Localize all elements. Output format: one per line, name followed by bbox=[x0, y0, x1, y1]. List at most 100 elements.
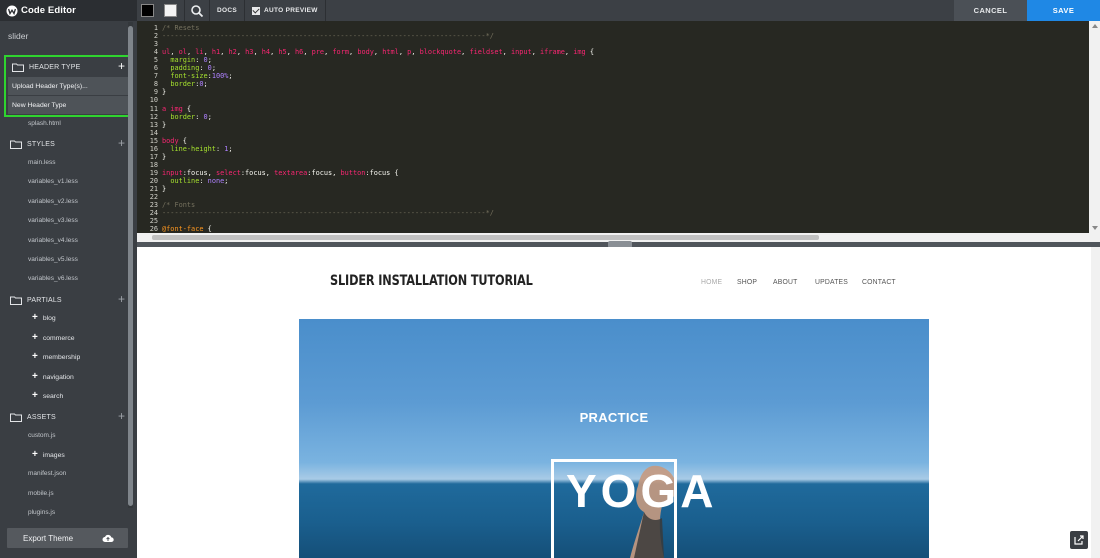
code-text: } bbox=[162, 120, 167, 129]
hero-word: YOGA bbox=[566, 465, 718, 517]
preview-scrollbar[interactable] bbox=[1091, 247, 1100, 558]
section-partials[interactable]: PARTIALS + bbox=[10, 292, 128, 307]
new-header-type-item[interactable]: New Header Type bbox=[8, 96, 128, 114]
code-text: margin: 0; bbox=[170, 56, 212, 65]
code-text: padding: 0; bbox=[170, 64, 216, 73]
file-item[interactable]: custom.js bbox=[28, 432, 55, 439]
external-link-icon bbox=[1074, 535, 1084, 545]
toolbar-divider bbox=[184, 0, 185, 21]
add-header-type-icon[interactable]: + bbox=[118, 59, 125, 73]
line-number: 11 bbox=[149, 104, 158, 113]
code-editor[interactable]: 1 /* Resets 2 -----------------------------… bbox=[137, 21, 1100, 233]
editor-toolbar: DOCS AUTO PREVIEW CANCEL SAVE bbox=[137, 0, 1100, 21]
code-line[interactable]: 24 --------------------------------------… bbox=[137, 209, 1097, 217]
code-line[interactable]: 19 input:focus, select:focus, textarea:fo… bbox=[137, 169, 1097, 177]
folder-item[interactable]: + navigation bbox=[32, 372, 74, 382]
code-line[interactable]: 26 @font-face { bbox=[137, 225, 1097, 233]
file-item[interactable]: manifest.json bbox=[28, 470, 66, 477]
code-line[interactable]: 2 ---------------------------------------… bbox=[137, 32, 1097, 40]
editor-horizontal-thumb[interactable] bbox=[152, 235, 819, 240]
code-line[interactable]: 8 border:0; bbox=[137, 80, 1097, 88]
add-asset-icon[interactable]: + bbox=[118, 409, 125, 423]
line-number: 2 bbox=[153, 32, 158, 41]
code-line[interactable]: 22 bbox=[137, 193, 1097, 201]
code-line[interactable]: 12 border: 0; bbox=[137, 113, 1097, 121]
editor-vertical-scrollbar[interactable] bbox=[1089, 21, 1100, 233]
code-line[interactable]: 3 bbox=[137, 40, 1097, 48]
add-style-icon[interactable]: + bbox=[118, 136, 125, 150]
sidebar-header: Code Editor bbox=[0, 0, 137, 21]
nav-updates[interactable]: UPDATES bbox=[815, 277, 848, 286]
file-item[interactable]: variables_v2.less bbox=[28, 198, 78, 205]
code-text: font-size:100%; bbox=[170, 72, 233, 81]
save-button[interactable]: SAVE bbox=[1027, 0, 1100, 21]
section-assets[interactable]: ASSETS + bbox=[10, 409, 128, 424]
code-line[interactable]: 16 line-height: 1; bbox=[137, 145, 1097, 153]
code-text: border: 0; bbox=[170, 112, 212, 121]
code-line[interactable]: 13} bbox=[137, 121, 1097, 129]
line-number: 20 bbox=[149, 176, 158, 185]
section-label: PARTIALS bbox=[27, 296, 62, 304]
file-item[interactable]: variables_v3.less bbox=[28, 217, 78, 224]
line-number: 17 bbox=[149, 152, 158, 161]
code-line[interactable]: 14 bbox=[137, 129, 1097, 137]
file-item[interactable]: variables_v6.less bbox=[28, 275, 78, 282]
file-splash-html[interactable]: splash.html bbox=[28, 120, 61, 127]
code-line[interactable]: 7 font-size:100%; bbox=[137, 72, 1097, 80]
auto-preview-toggle[interactable]: AUTO PREVIEW bbox=[245, 0, 325, 21]
folder-item[interactable]: + blog bbox=[32, 312, 56, 323]
upload-header-type-item[interactable]: Upload Header Type(s)... bbox=[8, 77, 128, 95]
line-number: 9 bbox=[153, 88, 158, 97]
code-line[interactable]: 20 outline: none; bbox=[137, 177, 1097, 185]
sidebar-scrollbar-thumb[interactable] bbox=[128, 26, 133, 506]
scroll-up-icon[interactable] bbox=[1092, 24, 1098, 28]
nav-about[interactable]: ABOUT bbox=[773, 277, 797, 286]
file-item[interactable]: plugins.js bbox=[28, 509, 55, 516]
dark-theme-swatch[interactable] bbox=[141, 4, 154, 17]
docs-button[interactable]: DOCS bbox=[210, 0, 244, 21]
cancel-button[interactable]: CANCEL bbox=[954, 0, 1027, 21]
scroll-down-icon[interactable] bbox=[1092, 226, 1098, 230]
line-number: 16 bbox=[149, 144, 158, 153]
expand-icon: + bbox=[32, 312, 38, 323]
add-partial-icon[interactable]: + bbox=[118, 292, 125, 306]
code-line[interactable]: 1 /* Resets bbox=[137, 24, 1097, 32]
code-line[interactable]: 10 bbox=[137, 96, 1097, 104]
folder-item[interactable]: + images bbox=[32, 450, 65, 460]
sidebar: Code Editor slider HEADER TYPE + Upload … bbox=[0, 0, 137, 558]
folder-item[interactable]: + membership bbox=[32, 352, 80, 362]
line-number: 26 bbox=[149, 225, 158, 233]
file-item[interactable]: variables_v1.less bbox=[28, 178, 78, 185]
section-styles[interactable]: STYLES + bbox=[10, 136, 128, 151]
folder-item[interactable]: + search bbox=[32, 391, 63, 401]
section-label: HEADER TYPE bbox=[29, 63, 81, 71]
code-line[interactable]: 4 ul, ol, li, h1, h2, h3, h4, h5, h6, pre… bbox=[137, 48, 1097, 56]
code-line[interactable]: 17} bbox=[137, 153, 1097, 161]
export-theme-button[interactable]: Export Theme bbox=[7, 528, 128, 548]
code-line[interactable]: 9} bbox=[137, 88, 1097, 96]
nav-contact[interactable]: CONTACT bbox=[862, 277, 896, 286]
code-line[interactable]: 6 padding: 0; bbox=[137, 64, 1097, 72]
open-preview-button[interactable] bbox=[1070, 531, 1088, 549]
nav-home[interactable]: HOME bbox=[701, 277, 722, 286]
code-line[interactable]: 21} bbox=[137, 185, 1097, 193]
code-text: ----------------------------------------… bbox=[162, 209, 494, 218]
file-item[interactable]: main.less bbox=[28, 159, 55, 166]
line-number: 8 bbox=[153, 80, 158, 89]
code-line[interactable]: 18 bbox=[137, 161, 1097, 169]
code-line[interactable]: 11 a img { bbox=[137, 105, 1097, 113]
nav-shop[interactable]: SHOP bbox=[737, 277, 757, 286]
line-number: 1 bbox=[153, 24, 158, 32]
code-line[interactable]: 5 margin: 0; bbox=[137, 56, 1097, 64]
code-line[interactable]: 23 /* Fonts bbox=[137, 201, 1097, 209]
file-item[interactable]: mobile.js bbox=[28, 490, 54, 497]
file-item[interactable]: variables_v4.less bbox=[28, 237, 78, 244]
folder-item[interactable]: + commerce bbox=[32, 333, 75, 343]
section-header-type[interactable]: HEADER TYPE + bbox=[12, 59, 128, 74]
search-icon[interactable] bbox=[190, 4, 204, 18]
code-line[interactable]: 15 body { bbox=[137, 137, 1097, 145]
code-line[interactable]: 25 bbox=[137, 217, 1097, 225]
folder-icon bbox=[12, 63, 24, 72]
light-theme-swatch[interactable] bbox=[164, 4, 177, 17]
file-item[interactable]: variables_v5.less bbox=[28, 256, 78, 263]
